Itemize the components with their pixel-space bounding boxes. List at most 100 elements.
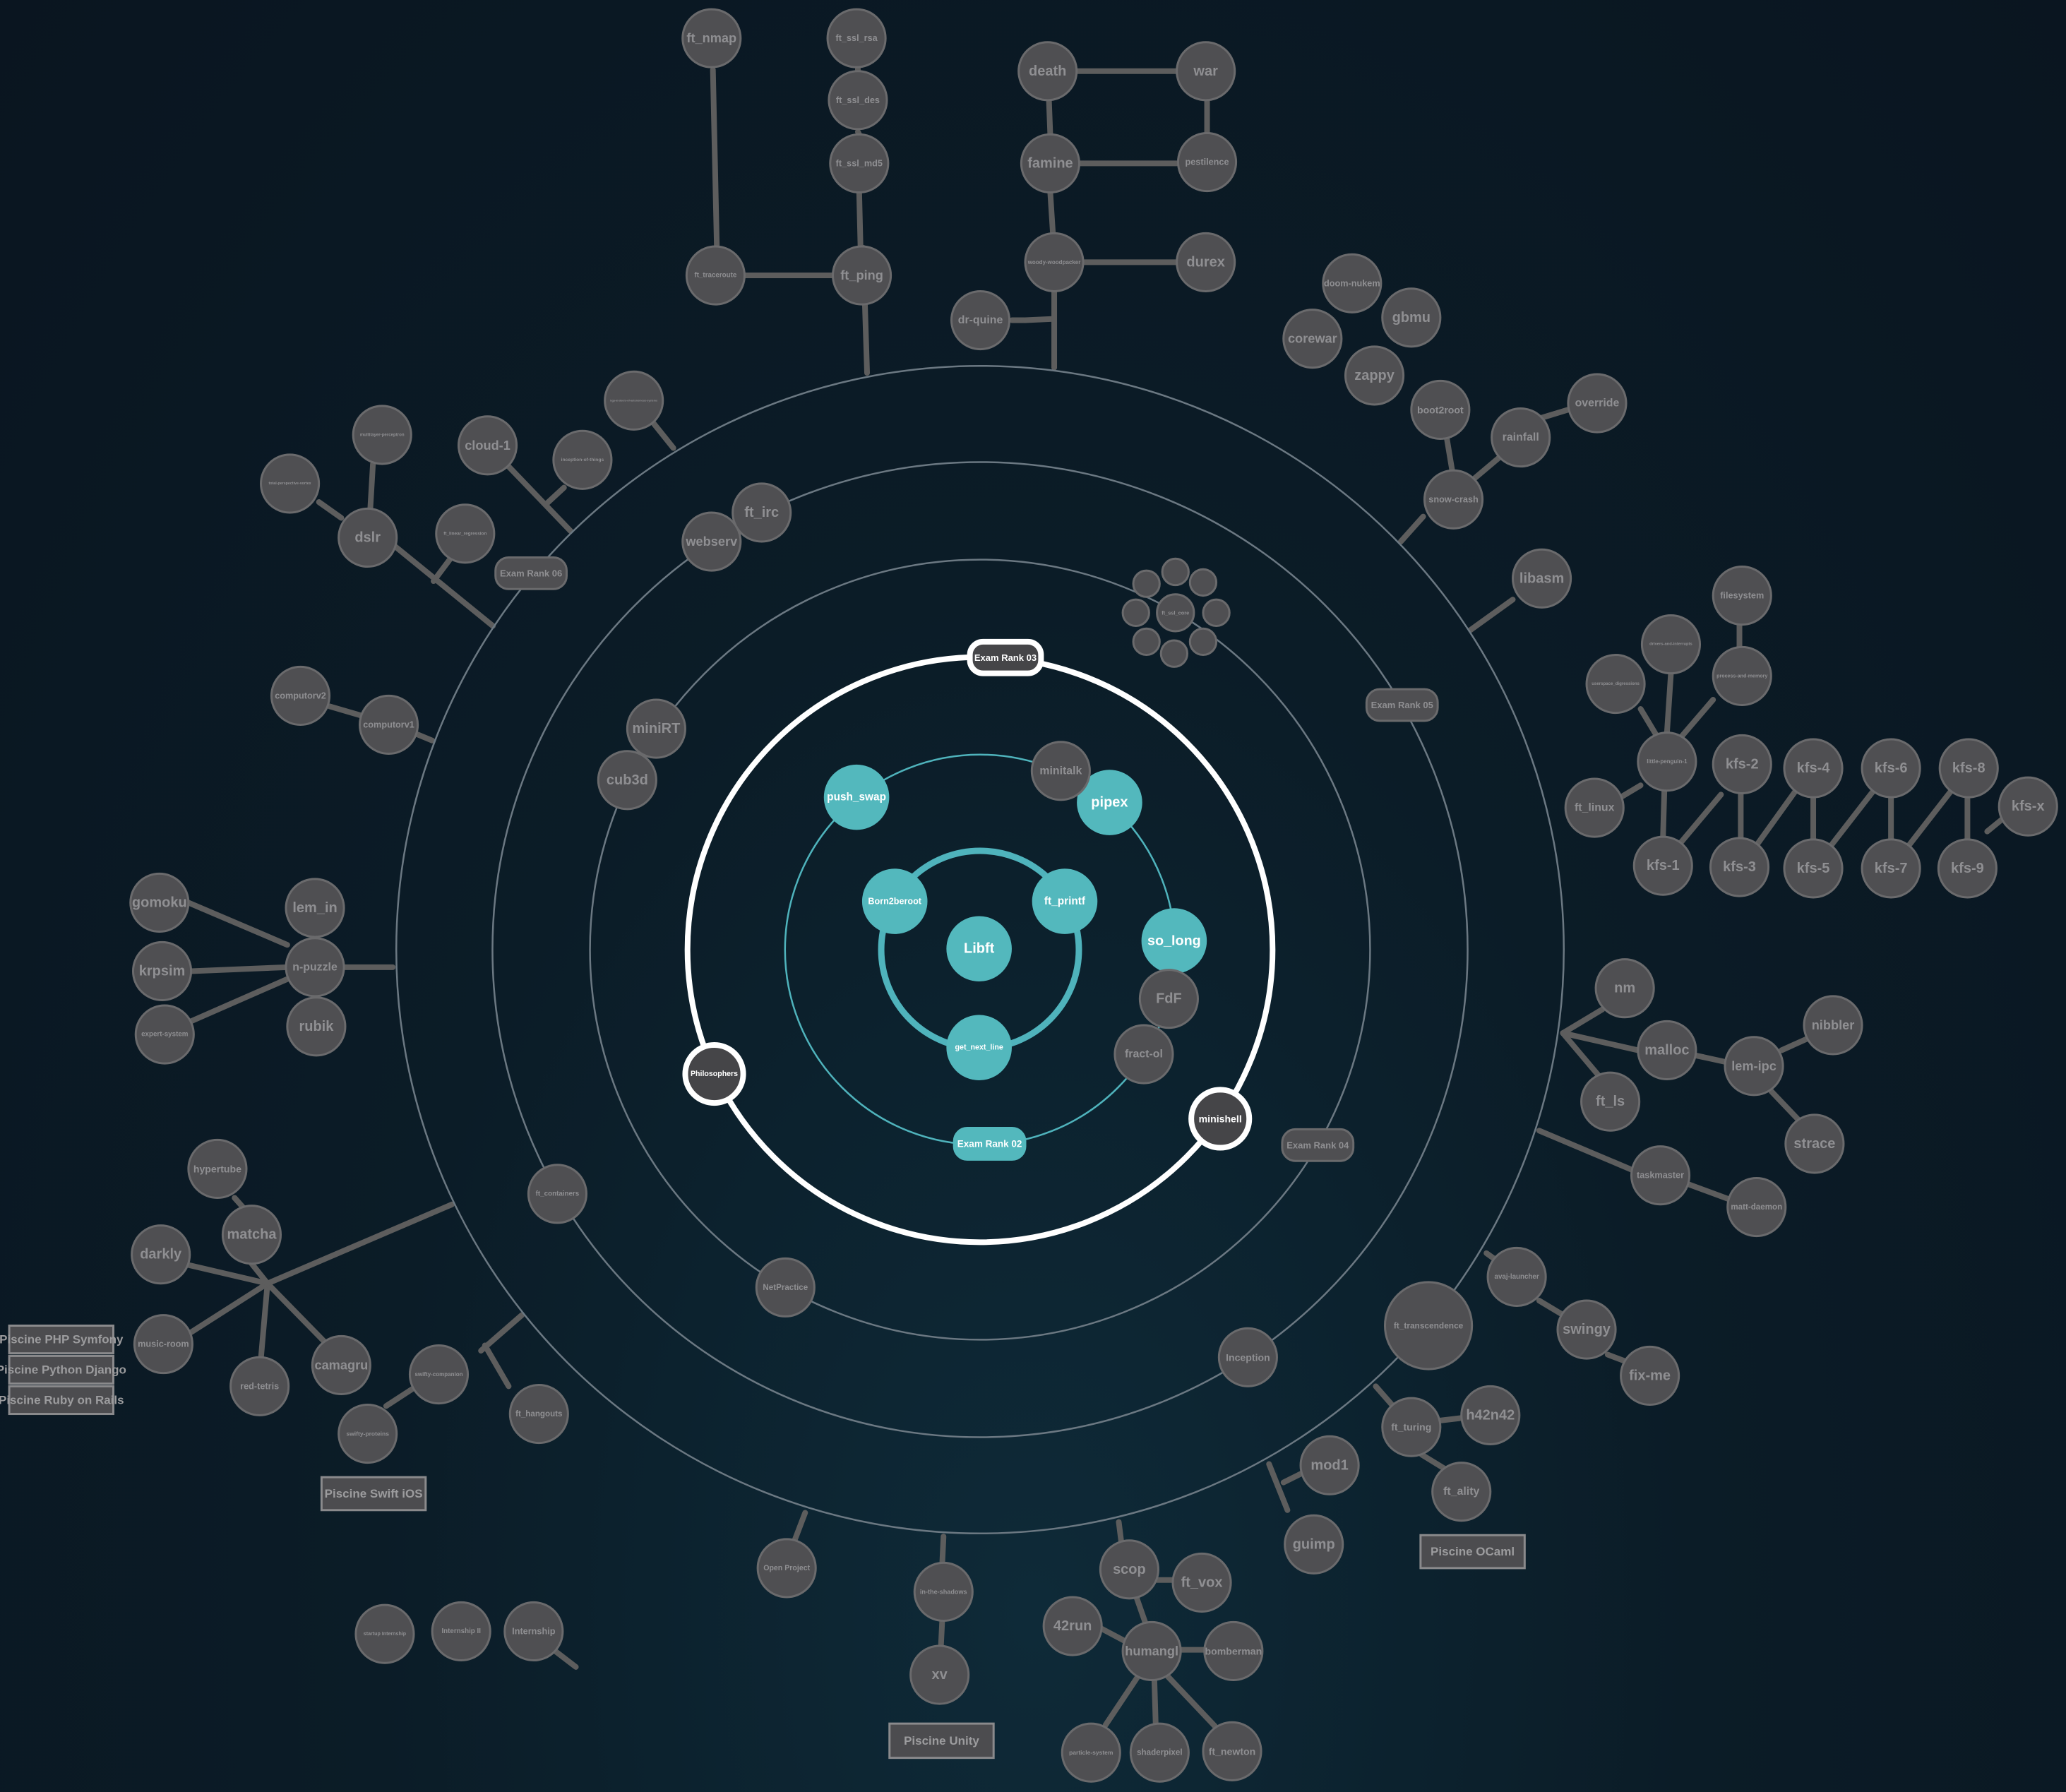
project-node-pestilence[interactable]: pestilence [1176,131,1238,193]
project-node-gbmu[interactable]: gbmu [1381,287,1442,348]
project-node-inception[interactable]: Inception [1217,1327,1278,1387]
project-node-ft-ssl-cons[interactable] [1132,569,1161,598]
project-node-ft-turing[interactable]: ft_turing [1381,1397,1442,1457]
project-node-war[interactable]: war [1176,41,1236,102]
project-node-kfs-5[interactable]: kfs-5 [1783,838,1844,899]
project-node-xv[interactable]: xv [909,1644,970,1705]
project-node-hypertube[interactable]: hypertube [187,1138,248,1199]
project-node-drivers-and-interrupts[interactable]: drivers-and-interrupts [1640,614,1702,675]
project-node-corewar[interactable]: corewar [1282,309,1343,369]
project-node-42run[interactable]: 42run [1042,1596,1103,1656]
project-node-lem-in[interactable]: lem_in [285,878,345,938]
project-node-little-penguin-1[interactable]: little-penguin-1 [1637,731,1697,792]
project-node-kfs-9[interactable]: kfs-9 [1937,838,1998,899]
project-node-gomoku[interactable]: gomoku [129,872,190,933]
project-node-ft-ssl-rsa[interactable]: ft_ssl_rsa [826,8,887,68]
project-node-nibbler[interactable]: nibbler [1803,995,1863,1056]
piscine-piscine-unity[interactable]: Piscine Unity [888,1722,995,1760]
project-node-kfs-4[interactable]: kfs-4 [1783,738,1844,799]
project-node-camagru[interactable]: camagru [311,1334,371,1396]
project-node-kfs-6[interactable]: kfs-6 [1861,738,1921,799]
project-node-internship-ii[interactable]: Internship II [431,1601,491,1662]
project-node-push-swap[interactable]: push_swap [823,764,890,830]
project-node-avaj-launcher[interactable]: avaj-launcher [1486,1246,1547,1308]
project-node-exam-rank-04[interactable]: Exam Rank 04 [1281,1128,1355,1162]
project-node-music-room[interactable]: music-room [133,1314,193,1375]
project-node-kfs-x[interactable]: kfs-x [1998,776,2058,837]
project-node-kfs-8[interactable]: kfs-8 [1938,738,1999,799]
project-node-ft-ssl-rob[interactable] [1188,568,1218,597]
project-node-internship[interactable]: Internship [503,1601,564,1662]
project-node-filesystem[interactable]: filesystem [1712,566,1772,626]
project-node-kfs-1[interactable]: kfs-1 [1632,835,1693,896]
project-node-ft-ssl-bsd[interactable] [1202,598,1231,627]
project-node-ft-ssl-orb[interactable] [1161,557,1190,587]
project-node-ft-hangouts[interactable]: ft_hangouts [508,1383,569,1445]
project-node-fdf[interactable]: FdF [1138,969,1199,1029]
project-node-scop[interactable]: scop [1099,1539,1159,1600]
project-node-cloud-1[interactable]: cloud-1 [457,415,518,476]
project-node-bomberman[interactable]: bomberman [1203,1620,1264,1682]
project-node-ft-linux[interactable]: ft_linux [1564,777,1625,838]
project-node-swifty-companion[interactable]: swifty-companion [408,1344,470,1405]
project-node-dslr[interactable]: dslr [338,507,398,568]
piscine-piscine-php-symfony[interactable]: Piscine PHP Symfony [0,1324,124,1355]
project-node-malloc[interactable]: malloc [1637,1020,1697,1080]
project-node-webserv[interactable]: webserv [681,511,742,572]
project-node-computorv1[interactable]: computorv1 [358,694,419,755]
project-node-process-and-memory[interactable]: process-and-memory [1712,645,1772,706]
project-node-override[interactable]: override [1567,373,1628,434]
project-node-shaderpixel[interactable]: shaderpixel [1129,1722,1190,1783]
project-node-minishell[interactable]: minishell [1188,1087,1253,1151]
project-node-ft-ssl-mrs[interactable] [1188,627,1218,657]
piscine-piscine-ruby-on-rails[interactable]: Piscine Ruby on Rails [0,1385,124,1416]
project-node-philosophers[interactable]: Philosophers [682,1041,746,1106]
project-node-nm[interactable]: nm [1594,958,1655,1019]
project-node-ft-printf[interactable]: ft_printf [1032,868,1098,934]
project-node-n-puzzle[interactable]: n-puzzle [285,937,345,998]
project-node-multilayer-perceptron[interactable]: multilayer-perceptron [352,405,412,465]
project-node-open-project[interactable]: Open Project [756,1538,817,1599]
project-node-ft-vox[interactable]: ft_vox [1171,1552,1232,1613]
project-node-ft-ssl-nrs[interactable] [1121,598,1150,627]
project-node-ft-linear-regression[interactable]: ft_linear_regression [435,503,496,564]
project-node-kfs-2[interactable]: kfs-2 [1712,734,1772,795]
project-node-ft-ssl-ens[interactable] [1159,639,1189,668]
project-node-ft-newton[interactable]: ft_newton [1202,1721,1262,1781]
project-node-exam-rank-06[interactable]: Exam Rank 06 [494,556,568,590]
project-node-red-tetris[interactable]: red-tetris [229,1356,290,1416]
piscine-piscine-swift-ios[interactable]: Piscine Swift iOS [320,1476,427,1512]
project-node-ft-ssl-md5[interactable]: ft_ssl_md5 [829,133,890,193]
project-node-ft-containers[interactable]: ft_containers [527,1164,588,1224]
project-node-so-long[interactable]: so_long [1141,908,1207,974]
project-node-ft-irc[interactable]: ft_irc [732,482,792,543]
project-node-particle-system[interactable]: particle-system [1061,1722,1121,1783]
project-node-ft-ping[interactable]: ft_ping [832,245,892,306]
piscine-piscine-ocaml[interactable]: Piscine OCaml [1419,1534,1526,1570]
piscine-piscine-python-django[interactable]: Piscine Python Django [0,1354,126,1385]
project-node-ft-transcendence[interactable]: ft_transcendence [1383,1281,1474,1370]
project-node-in-the-shadows[interactable]: in-the-shadows [913,1561,974,1623]
project-node-total-perspective-vortex[interactable]: total-perspective-vortex [260,453,321,514]
project-node-dr-quine[interactable]: dr-quine [950,289,1011,351]
project-node-doom-nukem[interactable]: doom-nukem [1322,253,1383,313]
project-node-ft-nmap[interactable]: ft_nmap [681,8,742,68]
project-node-exam-rank-05[interactable]: Exam Rank 05 [1365,688,1439,722]
project-node-matt-daemon[interactable]: matt-daemon [1726,1176,1787,1238]
project-node-matcha[interactable]: matcha [221,1205,282,1265]
project-node-ft-traceroute[interactable]: ft_traceroute [685,245,746,306]
project-node-swingy[interactable]: swingy [1556,1299,1617,1360]
project-node-swifty-proteins[interactable]: swifty-proteins [338,1403,398,1464]
project-node-get-next-line[interactable]: get_next_line [946,1015,1012,1080]
project-node-death[interactable]: death [1017,41,1078,102]
project-node-woody-woodpacker[interactable]: woody-woodpacker [1024,232,1085,292]
project-node-rainfall[interactable]: rainfall [1491,407,1551,468]
project-node-krpsim[interactable]: krpsim [131,940,193,1002]
project-node-exam-rank-03[interactable]: Exam Rank 03 [967,638,1044,676]
project-node-exam-rank-02[interactable]: Exam Rank 02 [953,1127,1027,1161]
project-node-ft-ality[interactable]: ft_ality [1431,1462,1492,1522]
project-node-mod1[interactable]: mod1 [1299,1435,1360,1495]
project-node-libasm[interactable]: libasm [1512,548,1572,609]
project-node-inception-of-things[interactable]: inception-of-things [552,429,613,490]
project-node-strace[interactable]: strace [1784,1113,1845,1174]
